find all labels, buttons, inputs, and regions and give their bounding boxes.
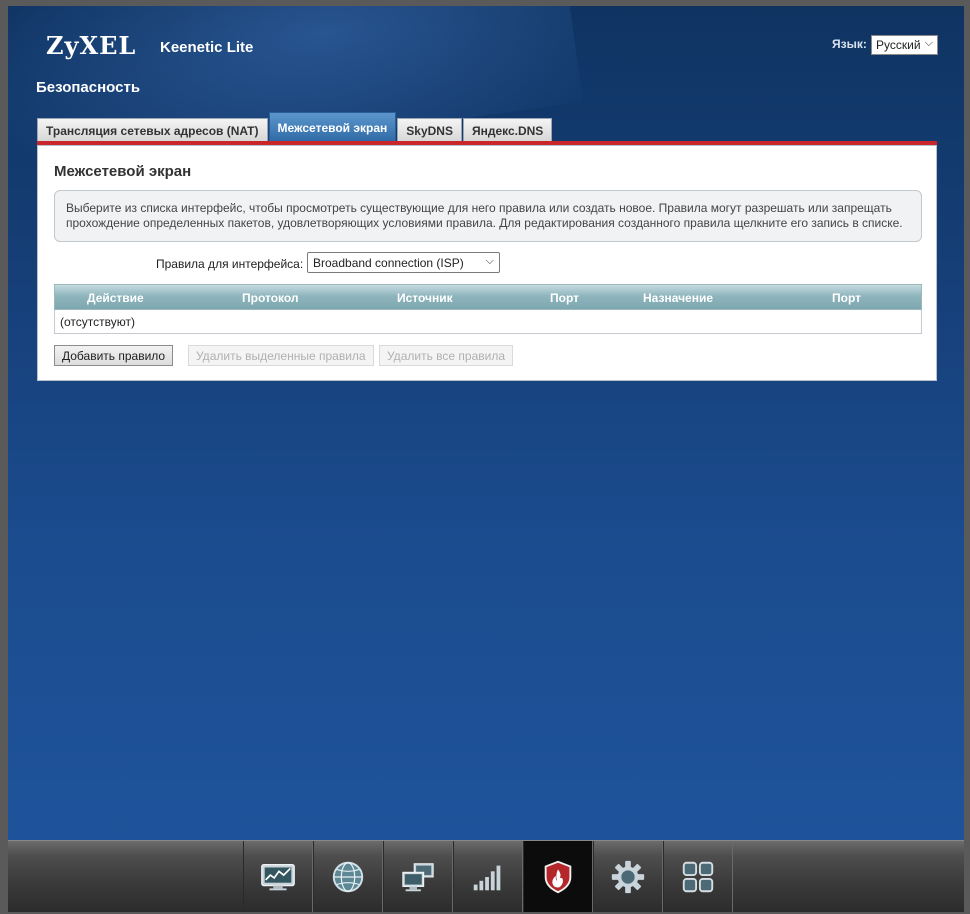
language-select[interactable]: Русский ⌵ <box>871 35 938 55</box>
column-action: Действие <box>87 291 144 305</box>
column-protocol: Протокол <box>242 291 299 305</box>
firewall-panel: Межсетевой экран Выберите из списка инте… <box>37 145 937 381</box>
language-selected-value: Русский <box>876 38 921 52</box>
language-label: Язык: <box>832 37 867 51</box>
dock-item-security[interactable] <box>523 841 593 912</box>
globe-icon <box>332 861 364 893</box>
delete-selected-rules-button[interactable]: Удалить выделенные правила <box>188 345 374 366</box>
column-destination: Назначение <box>643 291 714 305</box>
apps-grid-icon <box>682 861 714 893</box>
signal-bars-icon <box>473 865 501 891</box>
model-name: Keenetic Lite <box>160 39 254 56</box>
column-destination-port: Порт <box>832 291 862 305</box>
dock-item-apps[interactable] <box>663 841 733 912</box>
tab-bar: Трансляция сетевых адресов (NAT) Межсете… <box>37 112 553 142</box>
dock-item-monitor[interactable] <box>243 841 313 912</box>
tab-skydns[interactable]: SkyDNS <box>397 118 462 142</box>
security-shield-icon <box>544 860 572 894</box>
page-title: Безопасность <box>36 79 141 96</box>
dock-item-home-network[interactable] <box>383 841 453 912</box>
tab-yandex-dns[interactable]: Яндекс.DNS <box>462 118 553 142</box>
brand-logo: ZyXEL <box>46 31 137 60</box>
info-text-line2: прохождение определенных пакетов, удовле… <box>66 216 903 230</box>
network-computers-icon <box>402 863 434 892</box>
table-empty-row: (отсутствуют) <box>54 310 922 334</box>
header: ZyXEL Keenetic Lite Язык: Русский ⌵ Безо… <box>8 6 964 116</box>
interface-select[interactable]: Broadband connection (ISP) ⌵ <box>307 252 500 273</box>
gear-icon <box>611 860 645 894</box>
panel-title: Межсетевой экран <box>54 163 192 180</box>
tab-nat[interactable]: Трансляция сетевых адресов (NAT) <box>37 118 268 142</box>
dock-item-wifi[interactable] <box>453 841 523 912</box>
column-source: Источник <box>397 291 453 305</box>
interface-selected-value: Broadband connection (ISP) <box>313 256 464 270</box>
interface-label: Правила для интерфейса: <box>156 257 304 271</box>
rules-table: Действие Протокол Источник Порт Назначен… <box>54 284 922 334</box>
chevron-down-icon: ⌵ <box>485 255 494 267</box>
bottom-dock <box>8 840 964 912</box>
add-rule-button[interactable]: Добавить правило <box>54 345 174 366</box>
dock-item-internet[interactable] <box>313 841 383 912</box>
tab-firewall[interactable]: Межсетевой экран <box>268 112 397 142</box>
monitor-chart-icon <box>261 863 295 891</box>
delete-all-rules-button[interactable]: Удалить все правила <box>379 345 513 366</box>
chevron-down-icon: ⌵ <box>924 37 933 49</box>
dock-item-system[interactable] <box>593 841 663 912</box>
column-source-port: Порт <box>550 291 580 305</box>
table-header: Действие Протокол Источник Порт Назначен… <box>54 284 922 310</box>
info-text-line1: Выберите из списка интерфейс, чтобы прос… <box>66 201 892 215</box>
router-admin-window: ZyXEL Keenetic Lite Язык: Русский ⌵ Безо… <box>8 6 964 912</box>
info-box: Выберите из списка интерфейс, чтобы прос… <box>54 190 922 242</box>
